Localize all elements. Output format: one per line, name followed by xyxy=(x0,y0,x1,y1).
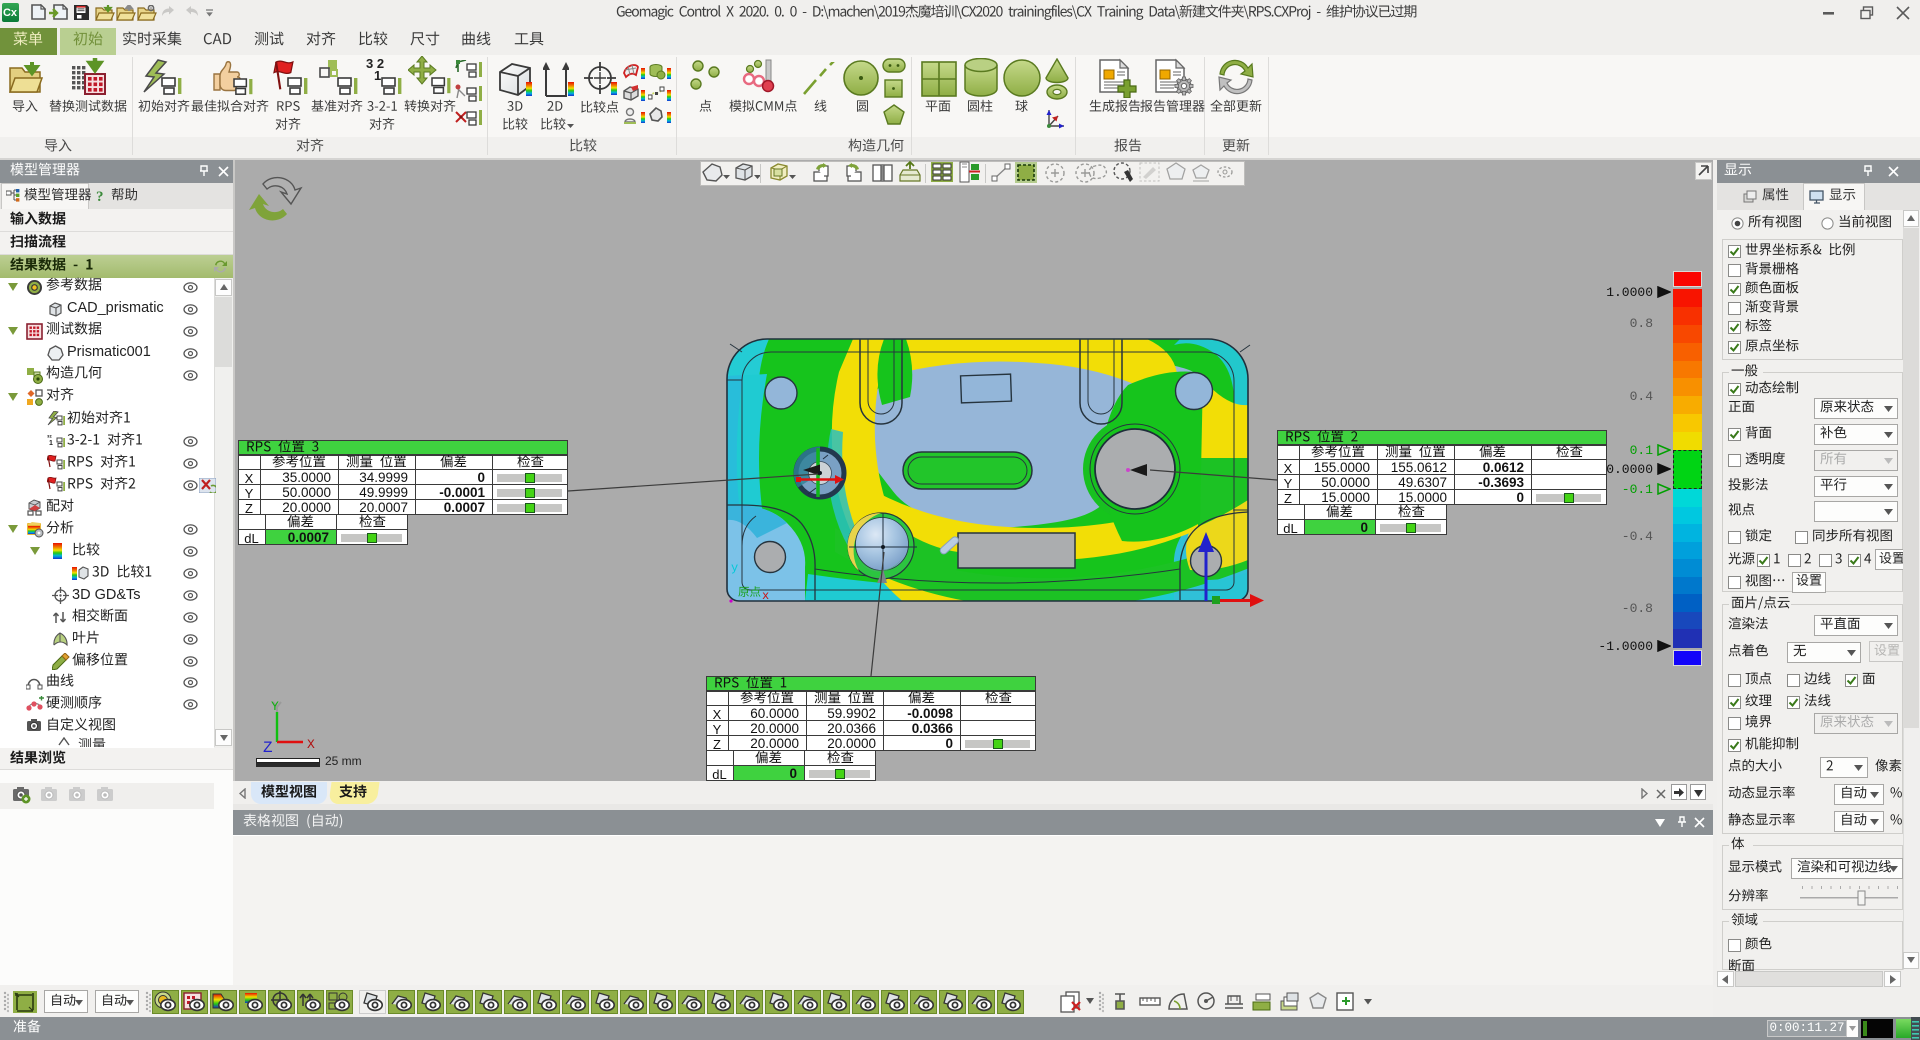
svg-text:x: x xyxy=(762,589,769,603)
svg-text:Y: Y xyxy=(271,700,279,714)
svg-text:?: ? xyxy=(96,189,104,204)
svg-text:X: X xyxy=(307,737,315,752)
svg-text:1: 1 xyxy=(49,440,53,447)
svg-text:Z: Z xyxy=(263,739,273,757)
svg-text:1: 1 xyxy=(374,68,381,83)
svg-text:y: y xyxy=(731,561,738,575)
